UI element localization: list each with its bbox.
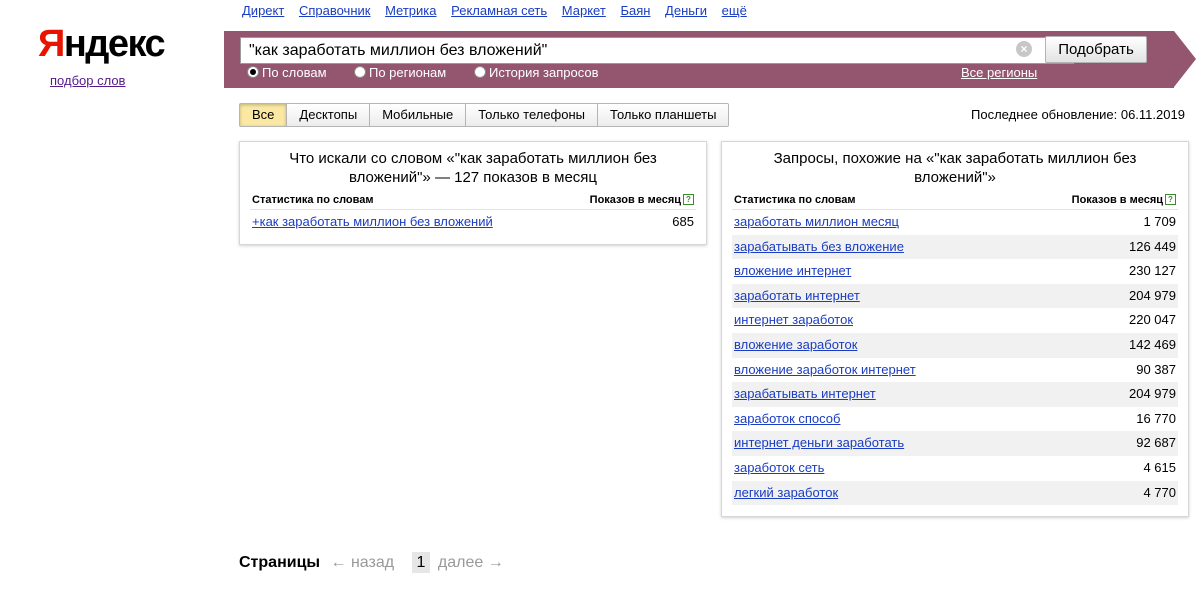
column-header-shows: Показов в месяц? [590, 194, 694, 206]
tab-all[interactable]: Все [240, 104, 288, 126]
table-row: +как заработать миллион без вложений 685 [250, 210, 696, 235]
keyword-link[interactable]: заработать интернет [734, 284, 860, 308]
pagination-current-page: 1 [411, 552, 431, 573]
nav-link-direct[interactable]: Директ [242, 3, 284, 18]
all-regions-link[interactable]: Все регионы [961, 65, 1037, 80]
keyword-link[interactable]: зарабатывать без вложение [734, 235, 904, 259]
keyword-link[interactable]: вложение заработок [734, 333, 857, 357]
keyword-link[interactable]: вложение интернет [734, 259, 851, 283]
tab-phones-only[interactable]: Только телефоны [466, 104, 599, 126]
radio-by-words[interactable]: По словам [247, 66, 327, 80]
pagination-title: Страницы [239, 554, 321, 571]
searched-with-word-panel: Что искали со словом «"как заработать ми… [239, 141, 707, 245]
nav-link-more[interactable]: ещё [722, 3, 747, 18]
nav-link-directory[interactable]: Справочник [299, 3, 371, 18]
radio-label: По регионам [369, 65, 447, 80]
table-row: вложение заработок 142 469 [732, 333, 1178, 358]
table-row: вложение заработок интернет 90 387 [732, 358, 1178, 383]
last-update-text: Последнее обновление: 06.11.2019 [971, 107, 1185, 122]
keyword-link[interactable]: заработок способ [734, 407, 840, 431]
shows-count: 142 469 [1129, 337, 1176, 352]
tab-desktops[interactable]: Десктопы [287, 104, 371, 126]
search-input[interactable] [240, 37, 1074, 64]
radio-by-regions[interactable]: По регионам [354, 66, 446, 80]
shows-count: 230 127 [1129, 263, 1176, 279]
service-name-link[interactable]: подбор слов [50, 73, 125, 88]
table-row: зарабатывать без вложение 126 449 [732, 234, 1178, 260]
tab-mobile[interactable]: Мобильные [370, 104, 467, 126]
radio-label: История запросов [489, 65, 599, 80]
help-icon[interactable]: ? [683, 194, 694, 205]
keyword-link[interactable]: вложение заработок интернет [734, 358, 916, 382]
nav-link-market[interactable]: Маркет [562, 3, 606, 18]
shows-count: 685 [672, 214, 694, 229]
column-header-shows-label: Показов в месяц [1071, 194, 1163, 206]
pagination: Страницы ← назад 1 далее → [239, 552, 504, 573]
table-row: интернет деньги заработать 92 687 [732, 431, 1178, 456]
radio-selected-icon [247, 66, 259, 78]
column-header-stats: Статистика по словам [734, 194, 856, 206]
nav-link-bayan[interactable]: Баян [620, 3, 650, 18]
panel-title: Что искали со словом «"как заработать ми… [289, 150, 657, 186]
shows-count: 220 047 [1129, 312, 1176, 328]
column-header-shows: Показов в месяц? [1072, 194, 1176, 206]
shows-count: 126 449 [1129, 238, 1176, 254]
search-band-arrow [1174, 31, 1196, 87]
keyword-link[interactable]: интернет заработок [734, 308, 853, 332]
shows-count: 4 615 [1143, 460, 1176, 475]
pagination-prev: ← назад [330, 554, 395, 571]
keyword-link[interactable]: заработать миллион месяц [734, 210, 899, 234]
radio-icon [354, 66, 366, 78]
shows-count: 92 687 [1136, 435, 1176, 451]
nav-link-money[interactable]: Деньги [665, 3, 707, 18]
table-row: интернет заработок 220 047 [732, 308, 1178, 333]
radio-icon [474, 66, 486, 78]
table-row: заработок сеть 4 615 [732, 456, 1178, 481]
tab-tablets-only[interactable]: Только планшеты [598, 104, 729, 126]
shows-count: 4 770 [1143, 484, 1176, 500]
table-row: зарабатывать интернет 204 979 [732, 382, 1178, 407]
keyword-link[interactable]: интернет деньги заработать [734, 431, 904, 455]
column-header-shows-label: Показов в месяц [589, 194, 681, 206]
table-row: легкий заработок 4 770 [732, 480, 1178, 506]
help-icon[interactable]: ? [1165, 194, 1176, 205]
keyword-link[interactable]: зарабатывать интернет [734, 382, 876, 406]
shows-count: 204 979 [1129, 287, 1176, 303]
shows-count: 1 709 [1143, 214, 1176, 229]
nav-link-ad-network[interactable]: Рекламная сеть [451, 3, 547, 18]
logo-first-letter: Я [38, 23, 65, 65]
shows-count: 16 770 [1136, 410, 1176, 426]
submit-button[interactable]: Подобрать [1045, 36, 1147, 63]
clear-icon[interactable]: × [1016, 41, 1032, 57]
keyword-link[interactable]: заработок сеть [734, 456, 824, 480]
shows-count: 204 979 [1129, 386, 1176, 402]
table-row: вложение интернет 230 127 [732, 259, 1178, 284]
radio-label: По словам [262, 65, 327, 80]
panel-title: Запросы, похожие на «"как заработать мил… [773, 150, 1137, 186]
keyword-link[interactable]: +как заработать миллион без вложений [252, 210, 493, 234]
table-row: заработать миллион месяц 1 709 [732, 210, 1178, 235]
device-tabs: Все Десктопы Мобильные Только телефоны Т… [239, 103, 730, 127]
nav-link-metrika[interactable]: Метрика [385, 3, 436, 18]
radio-history[interactable]: История запросов [474, 66, 599, 80]
services-nav: Директ Справочник Метрика Рекламная сеть… [242, 3, 758, 18]
shows-count: 90 387 [1136, 361, 1176, 377]
table-row: заработать интернет 204 979 [732, 283, 1178, 309]
yandex-logo[interactable]: Яндекс [38, 20, 166, 68]
pagination-next: далее → [437, 554, 504, 571]
table-row: заработок способ 16 770 [732, 407, 1178, 432]
column-header-stats: Статистика по словам [252, 194, 374, 206]
keyword-link[interactable]: легкий заработок [734, 481, 838, 505]
similar-queries-panel: Запросы, похожие на «"как заработать мил… [721, 141, 1189, 517]
logo-rest: ндекс [63, 23, 166, 65]
